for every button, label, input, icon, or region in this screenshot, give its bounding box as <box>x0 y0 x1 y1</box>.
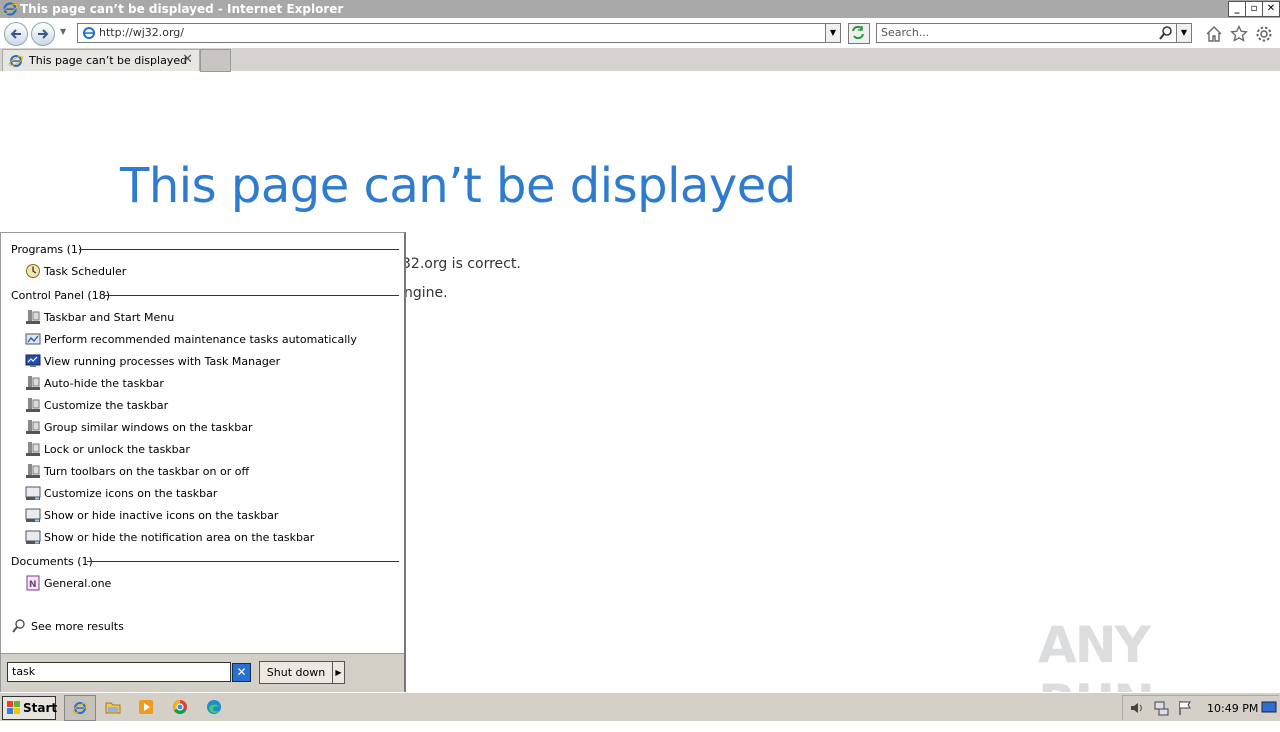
favorites-star-icon[interactable] <box>1230 25 1248 43</box>
taskbar-chrome[interactable] <box>165 695 195 719</box>
onenote-icon: N <box>26 575 40 591</box>
taskbar-settings-icon <box>26 398 40 412</box>
page-text-line-1: 32.org is correct. <box>402 256 521 272</box>
action-center-flag-icon[interactable] <box>1177 700 1193 716</box>
file-explorer-icon <box>105 702 121 714</box>
tab-current[interactable]: This page can’t be displayed ✕ <box>2 49 200 71</box>
windows-logo-icon <box>7 701 20 714</box>
chrome-icon <box>173 700 187 714</box>
refresh-icon <box>852 25 864 40</box>
address-dropdown[interactable]: ▼ <box>825 24 840 42</box>
taskbar-file-explorer[interactable] <box>98 695 128 719</box>
tab-label: This page can’t be displayed <box>29 54 188 67</box>
clear-search-icon[interactable]: ✕ <box>232 663 251 682</box>
internet-explorer-icon <box>2 2 18 16</box>
clock[interactable]: 10:49 PM <box>1207 702 1258 715</box>
search-input[interactable]: Search... <box>881 26 929 39</box>
taskbar: Start 10:49 PM <box>0 692 1280 721</box>
section-programs[interactable]: Programs (1) <box>11 243 82 256</box>
forward-button[interactable] <box>31 22 55 46</box>
notification-area-icon <box>25 530 41 544</box>
clock-icon <box>26 264 40 278</box>
recent-pages-dropdown[interactable]: ▼ <box>60 27 66 36</box>
edge-icon <box>207 700 221 714</box>
section-control-panel[interactable]: Control Panel (18) <box>11 289 110 302</box>
anyrun-watermark: ANY RUN <box>1038 606 1238 732</box>
shutdown-options-arrow-icon[interactable]: ▶ <box>332 661 345 684</box>
tab-close-icon[interactable]: ✕ <box>182 52 193 67</box>
address-text[interactable]: http://wj32.org/ <box>99 26 184 39</box>
start-search-value[interactable]: task <box>12 665 35 678</box>
taskbar-edge[interactable] <box>199 695 229 719</box>
internet-explorer-icon <box>8 55 24 67</box>
svg-text:N: N <box>29 580 37 590</box>
notification-area-icon <box>25 508 41 522</box>
minimize-button[interactable]: _ <box>1228 1 1246 17</box>
internet-explorer-icon <box>72 702 88 714</box>
tab-bar: This page can’t be displayed ✕ <box>0 48 1280 72</box>
shutdown-button[interactable]: Shut down <box>259 661 333 684</box>
taskbar-internet-explorer[interactable] <box>64 695 96 721</box>
new-tab-button[interactable] <box>200 49 231 72</box>
notification-area-icon <box>25 486 41 500</box>
forward-arrow-icon <box>38 29 49 39</box>
show-desktop-icon[interactable] <box>1261 699 1277 715</box>
start-menu-footer: task ✕ Shut down ▶ <box>1 653 404 692</box>
start-search-input[interactable]: task <box>7 662 231 682</box>
search-box[interactable]: Search... ▼ <box>876 23 1192 43</box>
volume-icon[interactable] <box>1129 700 1145 716</box>
section-divider <box>79 249 399 250</box>
page-heading: This page can’t be displayed <box>120 158 796 214</box>
monitor-icon <box>25 354 41 367</box>
taskbar-settings-icon <box>26 376 40 390</box>
taskbar-media-player[interactable] <box>131 695 161 719</box>
action-center-icon <box>25 333 41 345</box>
start-button[interactable]: Start <box>2 696 57 720</box>
navigation-bar: ▼ http://wj32.org/ ▼ Search... ▼ <box>0 18 1280 48</box>
network-icon[interactable] <box>1153 700 1169 716</box>
page-icon <box>83 27 95 39</box>
taskbar-settings-icon <box>26 310 40 324</box>
search-icon[interactable] <box>1159 25 1173 41</box>
close-button[interactable]: ✕ <box>1262 1 1280 17</box>
gear-icon[interactable] <box>1255 25 1273 43</box>
restore-button[interactable]: ▫ <box>1245 1 1263 17</box>
back-arrow-icon <box>10 29 21 39</box>
window-title: This page can’t be displayed - Internet … <box>20 2 344 16</box>
home-icon[interactable] <box>1205 25 1223 43</box>
section-divider <box>105 295 399 296</box>
media-player-icon <box>139 700 153 714</box>
back-button[interactable] <box>4 22 28 46</box>
notification-area: 10:49 PM <box>1122 695 1279 720</box>
address-bar[interactable]: http://wj32.org/ ▼ <box>77 23 841 43</box>
taskbar-settings-icon <box>26 442 40 456</box>
refresh-button[interactable] <box>848 23 870 44</box>
search-dropdown[interactable]: ▼ <box>1176 24 1191 42</box>
section-documents[interactable]: Documents (1) <box>11 555 93 568</box>
section-divider <box>87 561 399 562</box>
title-bar: This page can’t be displayed - Internet … <box>0 0 1280 18</box>
taskbar-settings-icon <box>26 464 40 478</box>
start-menu: Programs (1) Task Scheduler Control Pane… <box>0 232 406 692</box>
page-text-line-2: ngine. <box>404 285 448 301</box>
search-icon <box>12 619 25 633</box>
taskbar-settings-icon <box>26 420 40 434</box>
